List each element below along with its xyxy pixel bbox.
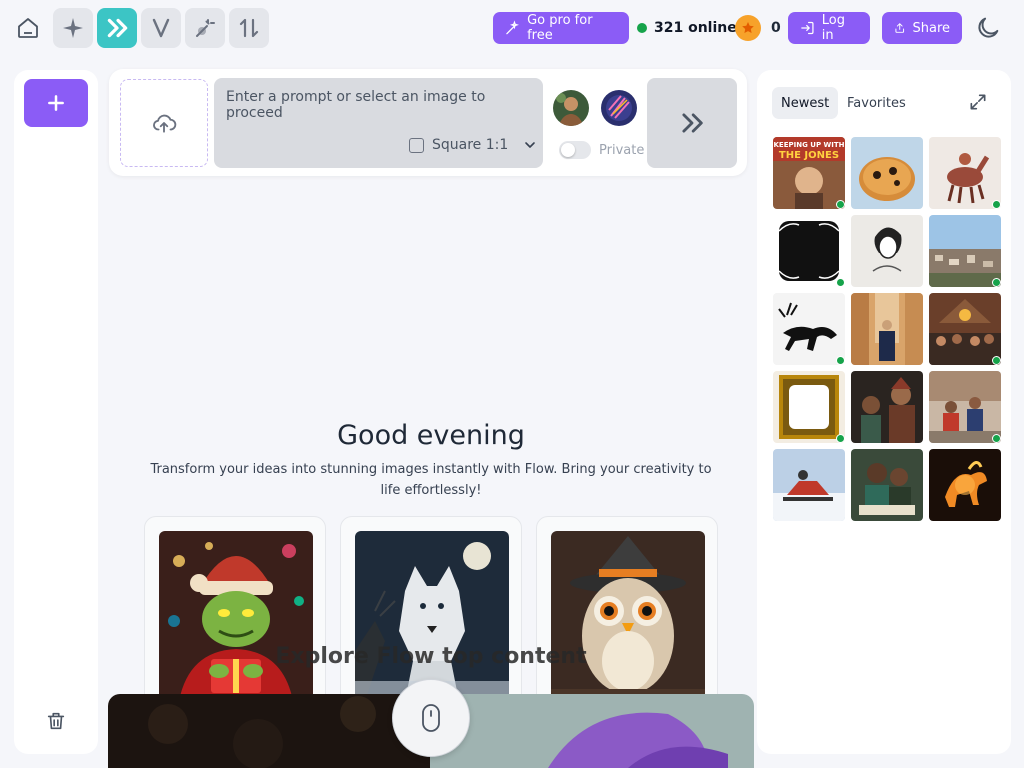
magic-edit-button[interactable] [185, 8, 225, 48]
prompt-card: Enter a prompt or select an image to pro… [109, 69, 747, 176]
gallery-thumb[interactable] [929, 449, 1001, 521]
sparkle-mode-button[interactable] [53, 8, 93, 48]
double-chevron-right-icon [107, 18, 128, 38]
online-dot-icon [836, 278, 845, 287]
tab-favorites[interactable]: Favorites [838, 87, 915, 119]
style-avatar-portrait[interactable] [553, 90, 589, 126]
magic-wand-icon [196, 19, 215, 37]
share-button[interactable]: Share [882, 12, 962, 44]
chevron-down-icon [525, 142, 536, 148]
gallery-thumb[interactable] [851, 449, 923, 521]
login-button[interactable]: Log in [788, 12, 870, 44]
flow-mode-button[interactable] [97, 8, 137, 48]
gallery-thumb[interactable] [929, 137, 1001, 209]
gallery-thumb[interactable] [773, 371, 845, 443]
thumb-caption-line1: KEEPING UP WITH [774, 141, 845, 149]
thumb-caption-line2: THE JONES [779, 150, 839, 161]
online-dot-icon [992, 356, 1001, 365]
gallery-thumb[interactable] [773, 449, 845, 521]
example-image-wolf [355, 531, 509, 701]
left-sidebar [14, 70, 98, 754]
plus-icon [48, 95, 64, 111]
gallery-panel: Newest Favorites KEEPING UP WITH THE JONE… [757, 70, 1011, 754]
private-toggle[interactable] [559, 141, 591, 159]
home-icon [18, 18, 38, 38]
explore-heading: Explore Flow top content [275, 644, 587, 669]
gallery-thumb[interactable] [929, 293, 1001, 365]
theme-toggle-button[interactable] [974, 14, 1002, 46]
aspect-checkbox[interactable] [409, 137, 424, 153]
go-pro-button[interactable]: Go pro for free [493, 12, 629, 44]
go-pro-label: Go pro for free [527, 13, 593, 43]
upload-image-button[interactable] [120, 79, 208, 167]
sparkle-icon [63, 18, 83, 38]
v-mode-button[interactable] [141, 8, 181, 48]
online-dot-icon [992, 200, 1001, 209]
prompt-placeholder: Enter a prompt or select an image to pro… [226, 89, 486, 121]
moon-icon [978, 17, 999, 38]
expand-panel-button[interactable] [968, 92, 988, 116]
top-bar: Go pro for free 321 online 0 Log in Shar… [0, 0, 1024, 56]
gallery-thumb[interactable] [851, 215, 923, 287]
online-dot-icon [836, 434, 845, 443]
trash-icon [47, 712, 65, 730]
v-letter-icon [152, 18, 170, 38]
coin-icon [735, 15, 761, 41]
tab-newest[interactable]: Newest [772, 87, 839, 119]
magic-sparkle-icon [506, 20, 519, 35]
online-dot-icon [637, 23, 647, 33]
greeting-title: Good evening [337, 420, 525, 451]
gallery-thumb[interactable] [851, 137, 923, 209]
coin-count: 0 [771, 20, 781, 36]
greeting-subtitle: Transform your ideas into stunning image… [150, 462, 712, 498]
online-dot-icon [836, 200, 845, 209]
online-dot-icon [836, 356, 845, 365]
home-button[interactable] [8, 8, 48, 48]
gallery-thumb[interactable] [773, 215, 845, 287]
delete-button[interactable] [45, 710, 67, 736]
cloud-upload-icon [153, 114, 177, 133]
example-card-grinch[interactable] [144, 516, 326, 716]
gallery-thumb[interactable] [929, 215, 1001, 287]
new-chat-button[interactable] [24, 79, 88, 127]
sort-arrows-icon [239, 18, 259, 38]
double-chevron-right-icon [682, 113, 703, 133]
example-image-grinch [159, 531, 313, 701]
coin-balance: 0 [735, 15, 781, 41]
private-toggle-row[interactable]: Private [559, 141, 644, 159]
online-status: 321 online [637, 18, 737, 38]
gallery-thumb[interactable] [851, 371, 923, 443]
online-dot-icon [992, 278, 1001, 287]
online-dot-icon [992, 434, 1001, 443]
example-image-owl [551, 531, 705, 701]
private-label: Private [599, 142, 645, 158]
gallery-thumb[interactable] [851, 293, 923, 365]
online-count: 321 online [654, 20, 737, 36]
login-label: Log in [821, 13, 846, 43]
gallery-thumb[interactable] [773, 293, 845, 365]
scroll-down-button[interactable] [392, 679, 470, 757]
gallery-thumb[interactable] [929, 371, 1001, 443]
aspect-label: Square 1:1 [432, 137, 509, 153]
example-card-owl[interactable] [536, 516, 718, 716]
sort-button[interactable] [229, 8, 269, 48]
share-icon [895, 23, 905, 33]
share-label: Share [912, 20, 950, 36]
mouse-icon [422, 704, 440, 732]
gallery-thumb[interactable]: KEEPING UP WITH THE JONES [773, 137, 845, 209]
aspect-ratio-selector[interactable]: Square 1:1 [409, 137, 538, 153]
login-icon [801, 21, 814, 35]
generate-button[interactable] [647, 78, 737, 168]
style-avatar-fireworks[interactable] [601, 90, 637, 126]
prompt-input[interactable]: Enter a prompt or select an image to pro… [214, 78, 543, 168]
expand-icon [970, 94, 986, 110]
